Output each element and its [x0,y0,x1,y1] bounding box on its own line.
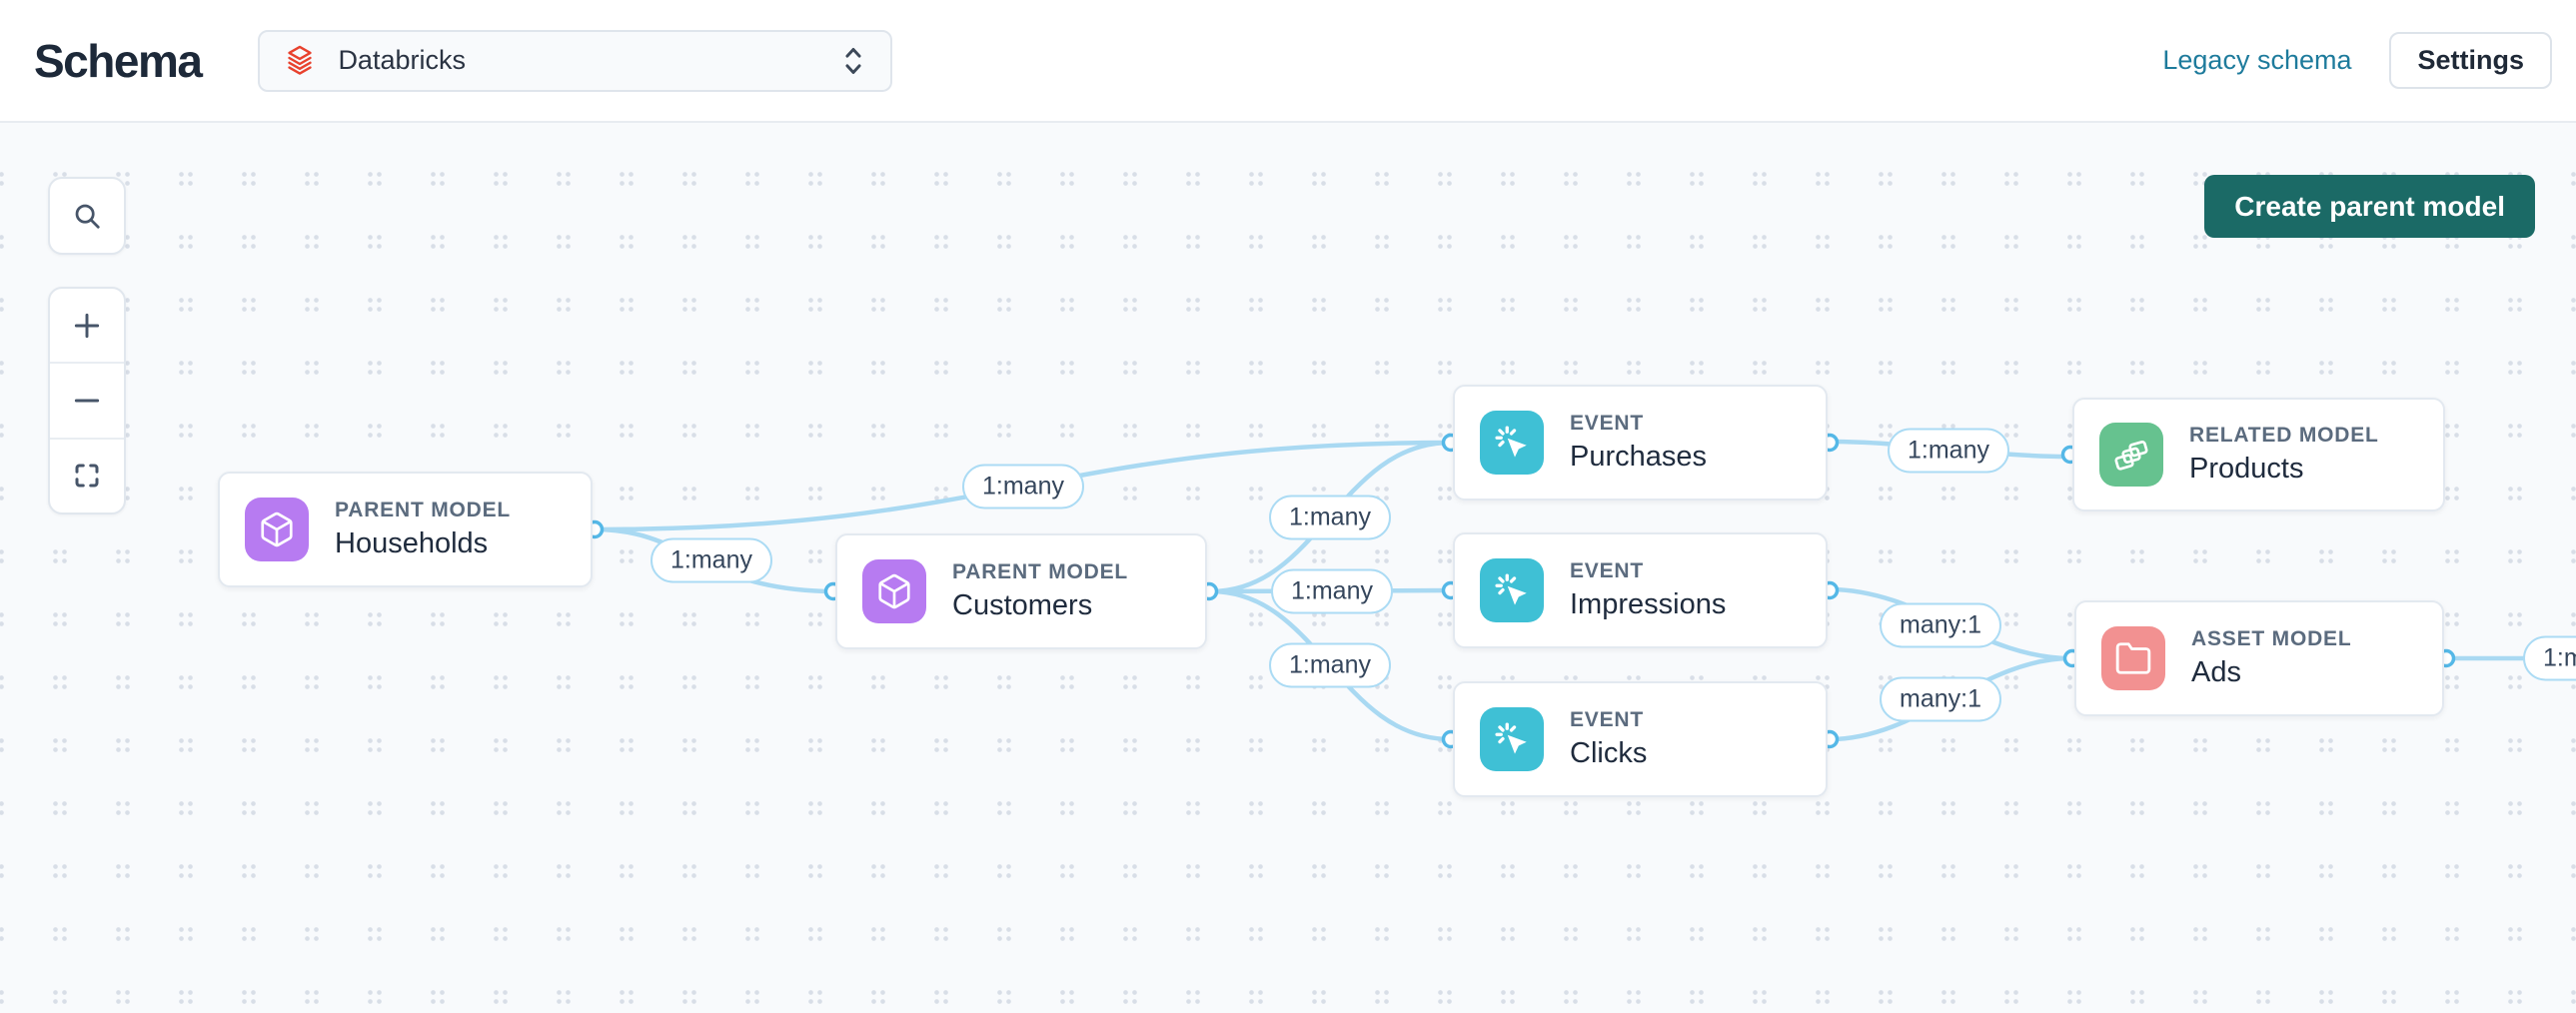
relationship-label-customers-clicks[interactable]: 1:many [1269,643,1391,688]
node-type-label: PARENT MODEL [335,499,511,522]
zoom-out-icon [71,385,103,417]
node-name: Customers [952,589,1128,622]
node-type-label: PARENT MODEL [952,560,1128,584]
relationship-label-purchases-products[interactable]: 1:many [1888,429,2009,474]
node-type-label: EVENT [1570,708,1647,732]
cursor-click-icon [1480,558,1544,622]
node-type-label: RELATED MODEL [2189,424,2379,448]
zoom-in-button[interactable] [50,289,124,362]
chevron-sort-icon [838,44,868,78]
node-name: Purchases [1570,441,1707,474]
relationship-label-households-customers[interactable]: 1:many [650,538,772,583]
cube-icon [245,498,309,561]
layers-icon [2099,423,2163,487]
node-clicks[interactable]: EVENT Clicks [1453,681,1828,797]
node-products[interactable]: RELATED MODEL Products [2072,398,2445,511]
node-customers[interactable]: PARENT MODEL Customers [835,533,1207,649]
node-name: Households [335,527,511,560]
fit-view-icon [72,461,102,491]
relationship-label-impressions-ads[interactable]: many:1 [1880,603,2001,648]
cube-icon [862,559,926,623]
relationship-label-customers-impressions[interactable]: 1:many [1271,569,1393,614]
schema-canvas[interactable]: 1:many 1:many 1:many 1:many 1:many 1:many many… [0,123,2576,1013]
relationship-label-clicks-ads[interactable]: many:1 [1880,677,2001,722]
node-name: Products [2189,453,2379,486]
node-name: Ads [2191,656,2351,689]
relationship-label-households-purchases[interactable]: 1:many [962,465,1084,509]
search-button[interactable] [48,177,126,255]
source-selector-value: Databricks [338,45,818,76]
node-type-label: EVENT [1570,412,1707,436]
cursor-click-icon [1480,707,1544,771]
fit-view-button[interactable] [50,438,124,512]
zoom-in-icon [71,310,103,342]
app-logo: Schema [34,34,201,88]
search-icon [72,201,102,231]
folder-icon [2101,626,2165,690]
node-type-label: ASSET MODEL [2191,627,2351,651]
node-purchases[interactable]: EVENT Purchases [1453,385,1828,501]
node-name: Impressions [1570,588,1726,621]
create-parent-model-button[interactable]: Create parent model [2204,175,2535,238]
zoom-controls [48,287,126,514]
legacy-schema-link[interactable]: Legacy schema [2162,45,2351,76]
node-type-label: EVENT [1570,559,1726,583]
relationship-label-customers-purchases[interactable]: 1:many [1269,496,1391,540]
node-households[interactable]: PARENT MODEL Households [218,472,593,587]
relationship-label-ads-offscreen[interactable]: 1:many [2523,636,2576,681]
node-impressions[interactable]: EVENT Impressions [1453,532,1828,648]
databricks-icon [282,43,318,79]
settings-button[interactable]: Settings [2389,32,2552,89]
node-ads[interactable]: ASSET MODEL Ads [2074,600,2444,716]
node-name: Clicks [1570,737,1647,770]
top-bar: Schema Databricks Legacy schema Settings [0,0,2576,123]
zoom-out-button[interactable] [50,362,124,437]
cursor-click-icon [1480,411,1544,475]
source-selector-dropdown[interactable]: Databricks [258,30,892,92]
